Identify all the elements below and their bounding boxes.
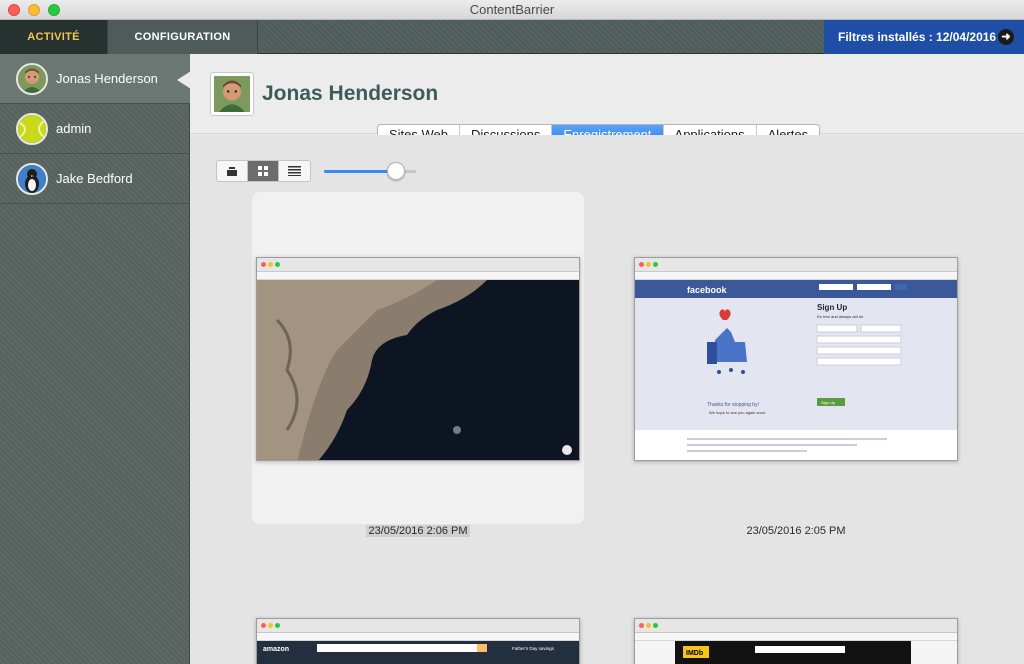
view-mode-selector — [216, 160, 311, 182]
imdb-page-image: IMDb — [635, 641, 957, 664]
sidebar-user-name: Jake Bedford — [56, 171, 133, 186]
title-bar: ContentBarrier — [0, 0, 1024, 20]
sidebar-user-admin[interactable]: admin — [0, 104, 190, 154]
grid-icon — [258, 166, 268, 176]
screenshots-pane: facebook Sign Up It's free and always wi… — [190, 135, 1024, 664]
screenshot-thumbnail-1[interactable] — [256, 257, 580, 461]
filters-label: Filtres installés : 12/04/2016 — [838, 30, 997, 44]
selection-pointer — [177, 71, 191, 89]
browser-url-bar — [257, 272, 579, 280]
app-window: ContentBarrier ACTIVITÉ CONFIGURATION Fi… — [0, 0, 1024, 664]
sidebar-user-name: Jonas Henderson — [56, 71, 158, 86]
person-avatar — [16, 63, 48, 95]
timestamp-text: 23/05/2016 2:06 PM — [366, 525, 470, 537]
top-nav: ACTIVITÉ CONFIGURATION Filtres installés… — [0, 20, 1024, 54]
grid-view-button[interactable] — [248, 161, 279, 181]
browser-url-bar — [635, 633, 957, 641]
facebook-hope-text: We hope to see you again soon. — [709, 410, 766, 415]
tab-activity[interactable]: ACTIVITÉ — [0, 20, 108, 54]
browser-url-bar — [635, 272, 957, 280]
screenshot-thumbnail-2[interactable]: facebook Sign Up It's free and always wi… — [634, 257, 958, 461]
user-avatar — [210, 72, 254, 116]
sidebar-user-jonas[interactable]: Jonas Henderson — [0, 54, 191, 104]
facebook-page-image: facebook Sign Up It's free and always wi… — [635, 280, 957, 460]
browser-chrome — [635, 619, 957, 633]
facebook-tagline: It's free and always will be. — [817, 314, 864, 319]
cover-flow-icon — [227, 167, 237, 176]
screenshot-timestamp-2: 23/05/2016 2:05 PM — [746, 525, 846, 537]
filters-installed-button[interactable]: Filtres installés : 12/04/2016 ➜ — [824, 20, 1024, 54]
user-sidebar: Jonas Henderson admin Jake Bedford — [0, 54, 191, 664]
sidebar-user-jake[interactable]: Jake Bedford — [0, 154, 190, 204]
screenshot-thumbnail-3[interactable]: amazon Father's Day savings — [256, 618, 580, 664]
facebook-signup-button-text: Sign Up — [821, 400, 836, 405]
zoom-slider-fill — [324, 170, 396, 173]
cover-flow-view-button[interactable] — [217, 161, 248, 181]
tennis-ball-avatar — [16, 113, 48, 145]
satellite-map-image — [257, 280, 579, 460]
facebook-thanks-text: Thanks for stopping by! — [707, 402, 759, 408]
main-area: Jonas Henderson Sites Web Discussions En… — [190, 54, 1024, 664]
amazon-logo-text: amazon — [263, 646, 289, 653]
amazon-page-image: amazon Father's Day savings — [257, 641, 579, 664]
user-header: Jonas Henderson — [190, 54, 1024, 134]
window-title: ContentBarrier — [469, 2, 555, 17]
screenshot-thumbnail-4[interactable]: IMDb — [634, 618, 958, 664]
browser-chrome — [257, 258, 579, 272]
tab-configuration[interactable]: CONFIGURATION — [108, 20, 258, 54]
amazon-promo-text: Father's Day savings — [512, 646, 555, 651]
arrow-right-icon: ➜ — [998, 29, 1014, 45]
penguin-avatar — [16, 163, 48, 195]
sidebar-user-name: admin — [56, 121, 92, 136]
list-view-button[interactable] — [279, 161, 310, 181]
browser-chrome — [257, 619, 579, 633]
browser-chrome — [635, 258, 957, 272]
list-icon — [288, 166, 301, 176]
browser-url-bar — [257, 633, 579, 641]
imdb-logo-text: IMDb — [686, 650, 703, 657]
facebook-logo-text: facebook — [687, 285, 728, 295]
facebook-signup-heading: Sign Up — [817, 303, 847, 312]
zoom-slider-knob[interactable] — [386, 162, 405, 180]
page-title: Jonas Henderson — [262, 82, 439, 105]
screenshot-timestamp-1: 23/05/2016 2:06 PM — [338, 525, 498, 537]
